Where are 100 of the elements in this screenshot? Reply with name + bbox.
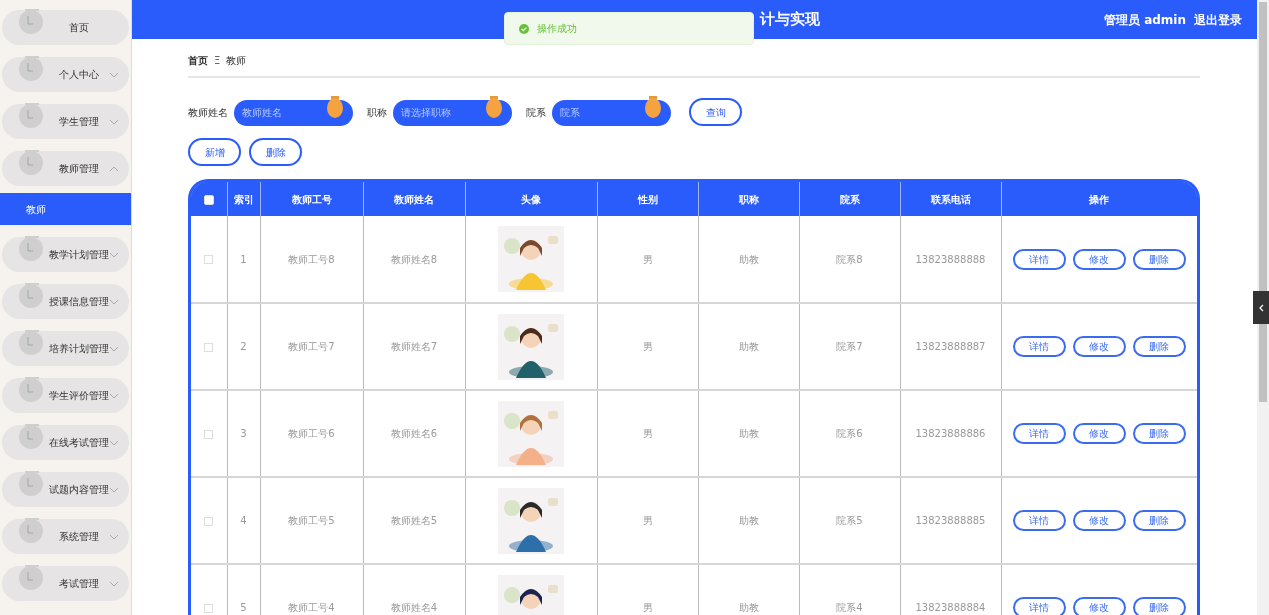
- action-button[interactable]: 新增: [188, 138, 241, 166]
- clock-icon: [18, 236, 44, 262]
- row-action-button[interactable]: 修改: [1072, 336, 1126, 357]
- field-label: 教师姓名: [188, 105, 228, 120]
- app-title: 计与实现: [760, 9, 820, 31]
- column-header: 院系: [799, 182, 900, 216]
- logout-link[interactable]: 退出登录: [1194, 10, 1242, 29]
- table-cell: 教师工号8: [288, 253, 335, 265]
- table-cell: 13823888885: [915, 515, 986, 526]
- table-cell: 教师姓名4: [390, 602, 438, 613]
- chevron-left-icon: [1258, 303, 1264, 312]
- table-cell: 2: [240, 341, 247, 352]
- side-toggle-button[interactable]: [1253, 291, 1269, 324]
- table-cell: 13823888888: [915, 253, 986, 265]
- row-action-button[interactable]: 详情: [1012, 423, 1066, 444]
- select-all-checkbox[interactable]: [203, 194, 214, 205]
- row-action-button[interactable]: 修改: [1072, 248, 1126, 270]
- row-checkbox[interactable]: [204, 603, 214, 613]
- row-action-button[interactable]: 删除: [1132, 336, 1186, 357]
- menu-item[interactable]: 试题内容管理: [2, 472, 129, 507]
- action-button[interactable]: 删除: [249, 138, 302, 166]
- row-action-button[interactable]: 修改: [1072, 423, 1126, 444]
- table-cell: 院系4: [836, 602, 863, 613]
- scrollbar[interactable]: [1257, 0, 1269, 615]
- column-header: 性别: [597, 182, 698, 216]
- column-header: 索引: [227, 182, 260, 216]
- table-cell: 院系6: [836, 428, 863, 439]
- field-label: 院系: [526, 105, 546, 120]
- table-cell: 教师姓名5: [390, 515, 438, 526]
- submenu-item[interactable]: 教师: [0, 193, 131, 225]
- table-cell: 助教: [738, 515, 759, 526]
- table-cell: 教师姓名6: [390, 428, 438, 439]
- column-header: 教师姓名: [363, 182, 465, 216]
- row-action-button[interactable]: 详情: [1012, 248, 1066, 270]
- menu-item[interactable]: 教学计划管理: [2, 237, 129, 272]
- clock-icon: [18, 283, 44, 309]
- row-action-button[interactable]: 删除: [1132, 423, 1186, 444]
- table-cell: 男: [642, 341, 653, 352]
- search-field[interactable]: 请选择职称: [393, 99, 512, 126]
- clock-icon: [18, 56, 44, 82]
- column-header: 头像: [465, 182, 597, 216]
- table-cell: 助教: [738, 341, 759, 352]
- row-checkbox[interactable]: [204, 516, 214, 526]
- menu-item[interactable]: 考试管理: [2, 566, 129, 601]
- bulb-icon: [486, 96, 502, 118]
- query-button[interactable]: 查询: [689, 98, 742, 126]
- clock-icon: [18, 150, 44, 176]
- row-action-button[interactable]: 删除: [1132, 510, 1186, 531]
- column-header: 联系电话: [900, 182, 1001, 216]
- menu-item[interactable]: 首页: [2, 10, 129, 45]
- user-label: 管理员 admin: [1103, 11, 1186, 29]
- row-checkbox[interactable]: [204, 342, 214, 352]
- search-field[interactable]: 院系: [552, 99, 671, 126]
- table-cell: 助教: [738, 602, 759, 613]
- row-action-button[interactable]: 详情: [1012, 510, 1066, 531]
- row-action-button[interactable]: 修改: [1072, 510, 1126, 531]
- menu-item[interactable]: 培养计划管理: [2, 331, 129, 366]
- row-action-button[interactable]: 删除: [1132, 597, 1186, 615]
- row-action-button[interactable]: 修改: [1072, 597, 1126, 615]
- column-header: 操作: [1001, 182, 1197, 216]
- table-cell: 男: [642, 515, 653, 526]
- menu-item[interactable]: 个人中心: [2, 57, 129, 92]
- table-cell: 13823888884: [915, 602, 986, 613]
- row-action-button[interactable]: 删除: [1132, 248, 1186, 270]
- search-field[interactable]: 教师姓名: [234, 99, 353, 126]
- row-checkbox[interactable]: [204, 255, 214, 264]
- row-action-button[interactable]: 详情: [1012, 597, 1066, 615]
- table-cell: 教师工号5: [288, 515, 335, 526]
- menu-item[interactable]: 教师管理: [2, 151, 129, 186]
- toast-message: 操作成功: [537, 22, 577, 36]
- table-cell: 教师姓名7: [390, 341, 438, 352]
- clock-icon: [18, 103, 44, 129]
- bulb-icon: [327, 96, 343, 118]
- table-cell: 院系8: [836, 253, 863, 265]
- row-checkbox[interactable]: [204, 429, 214, 439]
- clock-icon: [18, 377, 44, 403]
- table-cell: 院系7: [836, 341, 863, 352]
- table-cell: 助教: [738, 428, 759, 439]
- clock-icon: [18, 471, 44, 497]
- column-header: 教师工号: [260, 182, 363, 216]
- menu-item[interactable]: 在线考试管理: [2, 425, 129, 460]
- row-action-button[interactable]: 详情: [1012, 336, 1066, 357]
- clock-icon: [18, 565, 44, 591]
- table-cell: 院系5: [836, 515, 863, 526]
- table-cell: 教师工号7: [288, 341, 335, 352]
- table-cell: 教师工号4: [288, 602, 335, 613]
- table-cell: 1: [240, 253, 247, 265]
- breadcrumb-item[interactable]: 教师: [226, 53, 247, 68]
- field-label: 职称: [367, 105, 387, 120]
- breadcrumb-item[interactable]: 首页: [188, 53, 208, 68]
- menu-item[interactable]: 学生评价管理: [2, 378, 129, 413]
- column-header: 职称: [698, 182, 799, 216]
- clock-icon: [18, 424, 44, 450]
- menu-item[interactable]: 授课信息管理: [2, 284, 129, 319]
- table-cell: 教师姓名8: [390, 253, 438, 265]
- menu-item[interactable]: 系统管理: [2, 519, 129, 554]
- menu-item[interactable]: 学生管理: [2, 104, 129, 139]
- table-cell: 4: [240, 515, 247, 526]
- clock-icon: [18, 518, 44, 544]
- table-cell: 13823888886: [915, 428, 986, 439]
